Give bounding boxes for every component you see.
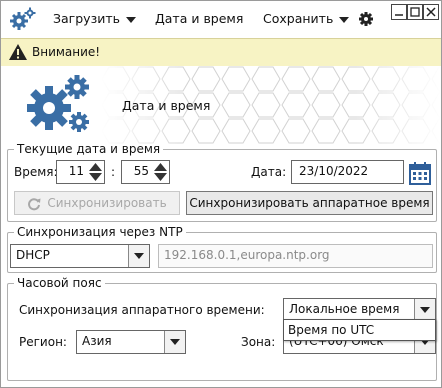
region-select[interactable]: Азия <box>76 330 186 354</box>
hw-sync-value: Локальное время <box>289 302 400 316</box>
menu-datetime-label: Дата и время <box>155 11 244 26</box>
minutes-value: 55 <box>133 164 149 178</box>
ntp-mode-value: DHCP <box>16 248 50 262</box>
hw-sync-dropdown-list: Время по UTC <box>283 319 436 341</box>
spin-arrows-icon[interactable] <box>88 162 103 182</box>
timezone-legend: Часовой пояс <box>17 276 102 290</box>
region-value: Азия <box>82 334 112 348</box>
chevron-down-icon <box>170 339 180 345</box>
chevron-down-icon <box>339 16 350 23</box>
hours-spinner[interactable]: 11 <box>56 160 105 184</box>
settings-gears-icon <box>27 75 89 132</box>
menu-load-label: Загрузить <box>53 11 120 26</box>
region-dropdown-button[interactable] <box>164 331 185 353</box>
ntp-servers-value: 192.168.0.1,europa.ntp.org <box>164 248 330 262</box>
close-button[interactable] <box>423 4 439 20</box>
minutes-spinner[interactable]: 55 <box>121 160 170 184</box>
ntp-legend: Синхронизация через NTP <box>17 225 183 239</box>
sync-button-label: Синхронизировать <box>47 196 167 210</box>
spin-arrows-icon[interactable] <box>153 162 168 182</box>
ntp-servers-field: 192.168.0.1,europa.ntp.org <box>158 244 433 268</box>
ntp-mode-select[interactable]: DHCP <box>10 244 150 268</box>
gear-icon[interactable] <box>358 11 374 27</box>
settings-window: Загрузить Дата и время Сохранить Внимани… <box>0 0 442 388</box>
maximize-icon <box>410 7 420 17</box>
calendar-icon[interactable] <box>409 161 431 185</box>
sync-button[interactable]: Синхронизировать <box>14 191 180 215</box>
close-icon <box>426 7 436 17</box>
zone-label: Зона: <box>241 335 276 349</box>
chevron-down-icon <box>134 253 144 259</box>
sync-hardware-time-button[interactable]: Синхронизировать аппаратное время <box>186 191 433 215</box>
chevron-down-icon <box>420 307 430 313</box>
dropdown-option-utc[interactable]: Время по UTC <box>288 323 374 337</box>
refresh-icon <box>28 197 41 210</box>
menu-save-label: Сохранить <box>263 11 334 26</box>
warning-icon <box>9 44 27 60</box>
hours-value: 11 <box>68 164 84 178</box>
menu-load[interactable]: Загрузить <box>53 11 136 26</box>
time-separator: : <box>111 165 116 179</box>
sync-hardware-time-label: Синхронизировать аппаратное время <box>189 196 430 210</box>
date-label: Дата: <box>251 165 287 179</box>
minimize-button[interactable] <box>391 4 407 20</box>
header-banner: Дата и время <box>1 66 441 144</box>
minimize-icon <box>395 14 403 16</box>
hw-sync-label: Синхронизация аппаратного времени: <box>19 303 265 317</box>
app-logo-gears-icon <box>10 7 36 30</box>
hw-sync-dropdown-button[interactable] <box>414 299 435 321</box>
warning-bar: Внимание! <box>1 38 441 67</box>
region-label: Регион: <box>19 335 67 349</box>
menu-save[interactable]: Сохранить <box>263 11 350 26</box>
menu-datetime[interactable]: Дата и время <box>155 11 243 26</box>
maximize-button[interactable] <box>407 4 423 20</box>
menu-bar: Загрузить Дата и время Сохранить <box>1 1 441 37</box>
current-datetime-legend: Текущие дата и время <box>17 142 161 156</box>
warning-text: Внимание! <box>32 45 101 59</box>
chevron-down-icon <box>126 16 136 23</box>
banner-title: Дата и время <box>122 98 211 113</box>
date-field[interactable]: 23/10/2022 <box>291 160 404 184</box>
date-value: 23/10/2022 <box>299 164 369 178</box>
time-label: Время: <box>14 165 58 179</box>
ntp-mode-dropdown-button[interactable] <box>128 245 149 267</box>
